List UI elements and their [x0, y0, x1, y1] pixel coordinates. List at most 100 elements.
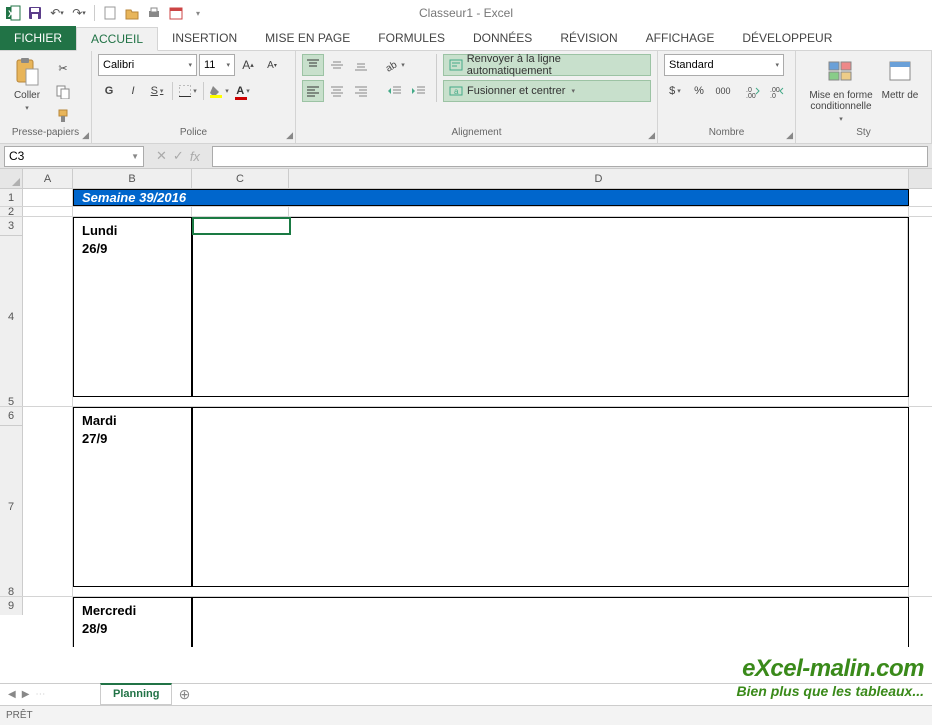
row-header[interactable]: 9: [0, 597, 23, 615]
alignment-dialog-launcher[interactable]: ◢: [648, 130, 655, 141]
col-header-a[interactable]: A: [23, 169, 73, 188]
table-row: 2: [0, 207, 932, 217]
tab-donnees[interactable]: DONNÉES: [459, 26, 546, 50]
tab-developpeur[interactable]: DÉVELOPPEUR: [728, 26, 846, 50]
grow-font-icon[interactable]: A▴: [237, 54, 259, 76]
number-format-select[interactable]: Standard▾: [664, 54, 784, 76]
redo-icon[interactable]: ↷▾: [70, 4, 88, 22]
decrease-indent-icon[interactable]: [384, 80, 406, 102]
accounting-format-icon[interactable]: $: [664, 80, 686, 102]
conditional-formatting-button[interactable]: Mise en forme conditionnelle▾: [802, 54, 880, 126]
group-number: Standard▾ $ % 000 .0.00 .00.0 Nombre ◢: [658, 51, 796, 143]
row-header[interactable]: 2: [0, 207, 23, 216]
orientation-icon[interactable]: ab: [384, 54, 406, 76]
row-header[interactable]: 7: [0, 425, 23, 587]
shrink-font-icon[interactable]: A▾: [261, 54, 283, 76]
table-row: 3 4 Lundi 26/9: [0, 217, 932, 397]
align-left-icon[interactable]: [302, 80, 324, 102]
save-icon[interactable]: [26, 4, 44, 22]
tab-insertion[interactable]: INSERTION: [158, 26, 251, 50]
bold-button[interactable]: G: [98, 80, 120, 102]
quick-access-toolbar: X ↶▾ ↷▾ ▾: [0, 4, 207, 22]
formula-bar: C3▼ ✕ ✓ fx: [0, 144, 932, 169]
calendar-icon[interactable]: [167, 4, 185, 22]
day-label-cell[interactable]: Mercredi 28/9: [73, 597, 192, 647]
align-bottom-icon[interactable]: [350, 54, 372, 76]
row-header[interactable]: 3: [0, 217, 23, 235]
add-sheet-icon[interactable]: ⊕: [172, 686, 196, 703]
row-header[interactable]: 4: [0, 235, 23, 397]
tab-mise-en-page[interactable]: MISE EN PAGE: [251, 26, 364, 50]
cell[interactable]: [290, 218, 908, 396]
comma-format-icon[interactable]: 000: [712, 80, 734, 102]
row-header[interactable]: 1: [0, 189, 23, 206]
week-header-cell[interactable]: Semaine 39/2016: [73, 189, 909, 206]
tab-accueil[interactable]: ACCUEIL: [76, 27, 158, 51]
row-header[interactable]: 6: [0, 407, 23, 425]
merge-icon: a: [449, 84, 463, 98]
svg-text:X: X: [8, 9, 14, 19]
borders-icon[interactable]: [177, 80, 199, 102]
merge-center-button[interactable]: a Fusionner et centrer ▾: [443, 80, 651, 102]
copy-icon[interactable]: [52, 82, 74, 102]
day-label-cell[interactable]: Mardi 27/9: [73, 407, 192, 587]
tab-affichage[interactable]: AFFICHAGE: [632, 26, 729, 50]
excel-icon: X: [4, 4, 22, 22]
col-header-d[interactable]: D: [289, 169, 909, 188]
fill-color-icon[interactable]: [208, 80, 230, 102]
row-header[interactable]: 8: [0, 587, 23, 596]
svg-text:a: a: [454, 87, 459, 96]
increase-decimal-icon[interactable]: .0.00: [742, 80, 764, 102]
format-table-button[interactable]: Mettr de: [880, 54, 920, 126]
underline-button[interactable]: S: [146, 80, 168, 102]
format-painter-icon[interactable]: [52, 106, 74, 126]
align-center-icon[interactable]: [326, 80, 348, 102]
sheet-nav-first-icon[interactable]: ◀: [8, 689, 16, 700]
col-header-c[interactable]: C: [192, 169, 289, 188]
col-header-b[interactable]: B: [73, 169, 192, 188]
undo-icon[interactable]: ↶▾: [48, 4, 66, 22]
font-dialog-launcher[interactable]: ◢: [286, 130, 293, 141]
fx-icon[interactable]: fx: [190, 149, 200, 164]
cell[interactable]: [192, 597, 909, 647]
quickprint-icon[interactable]: [145, 4, 163, 22]
align-right-icon[interactable]: [350, 80, 372, 102]
column-headers: A B C D: [0, 169, 932, 189]
group-font: Calibri▾ 11▾ A▴ A▾ G I S A Police ◢: [92, 51, 296, 143]
align-middle-icon[interactable]: [326, 54, 348, 76]
tab-formules[interactable]: FORMULES: [364, 26, 459, 50]
clipboard-dialog-launcher[interactable]: ◢: [82, 130, 89, 141]
paste-button[interactable]: Coller ▾: [6, 54, 48, 126]
day-label-cell[interactable]: Lundi 26/9: [73, 217, 192, 397]
enter-icon[interactable]: ✓: [173, 148, 184, 164]
percent-format-icon[interactable]: %: [688, 80, 710, 102]
row-header[interactable]: 5: [0, 397, 23, 406]
font-name-select[interactable]: Calibri▾: [98, 54, 197, 76]
font-color-icon[interactable]: A: [232, 80, 254, 102]
table-row: 8: [0, 587, 932, 597]
formula-input[interactable]: [212, 146, 928, 167]
font-size-select[interactable]: 11▾: [199, 54, 235, 76]
qat-customize-icon[interactable]: ▾: [189, 4, 207, 22]
tab-revision[interactable]: RÉVISION: [546, 26, 631, 50]
select-all-corner[interactable]: [0, 169, 23, 188]
italic-button[interactable]: I: [122, 80, 144, 102]
name-box[interactable]: C3▼: [4, 146, 144, 167]
sheet-tab-planning[interactable]: Planning: [100, 683, 172, 705]
cell[interactable]: [192, 407, 909, 587]
cell[interactable]: [23, 189, 73, 206]
open-icon[interactable]: [123, 4, 141, 22]
wrap-text-button[interactable]: Renvoyer à la ligne automatiquement: [443, 54, 651, 76]
number-dialog-launcher[interactable]: ◢: [786, 130, 793, 141]
sheet-nav-last-icon[interactable]: ▶: [22, 689, 30, 700]
selected-cell[interactable]: [193, 218, 290, 234]
cut-icon[interactable]: ✂: [52, 58, 74, 78]
cancel-icon[interactable]: ✕: [156, 148, 167, 164]
align-top-icon[interactable]: [302, 54, 324, 76]
decrease-decimal-icon[interactable]: .00.0: [766, 80, 788, 102]
title-bar: X ↶▾ ↷▾ ▾ Classeur1 - Excel: [0, 0, 932, 26]
tab-file[interactable]: FICHIER: [0, 26, 76, 50]
new-icon[interactable]: [101, 4, 119, 22]
increase-indent-icon[interactable]: [408, 80, 430, 102]
table-row: 9 Mercredi 28/9: [0, 597, 932, 647]
